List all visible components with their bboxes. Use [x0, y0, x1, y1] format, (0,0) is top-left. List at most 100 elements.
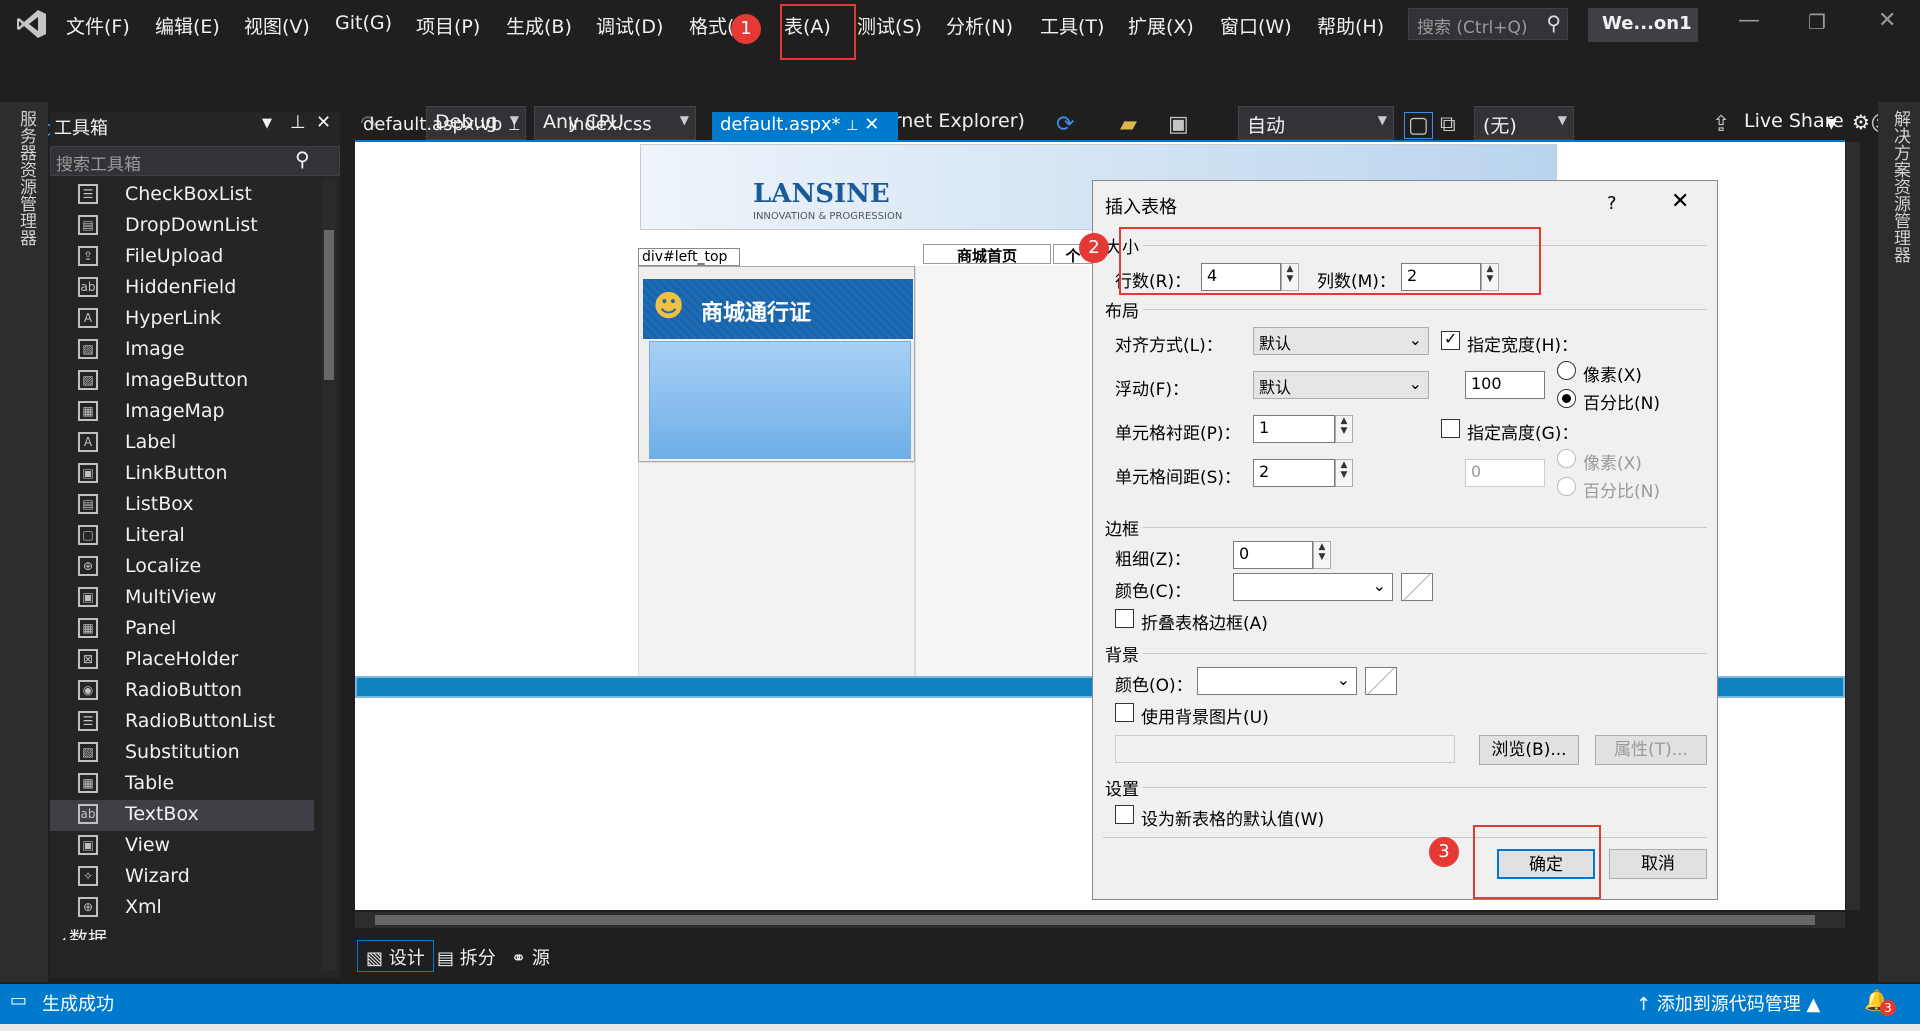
menu-edit[interactable]: 编辑(E) — [155, 12, 220, 39]
thickness-input[interactable]: 0 — [1233, 541, 1313, 569]
style-dropdown[interactable]: (无) ▼ — [1474, 106, 1574, 140]
toolbox-item[interactable]: A Label — [50, 428, 314, 459]
solution-explorer-tab[interactable]: 解决方案资源管理器 — [1878, 102, 1920, 982]
tab-list-icon[interactable]: ▼ — [1826, 116, 1837, 132]
toolbox-item[interactable]: ▦ Panel — [50, 614, 314, 645]
refresh-icon[interactable]: ⟳ — [1056, 112, 1074, 137]
width-input[interactable]: 100 — [1465, 371, 1545, 399]
close-icon[interactable]: ✕ — [1878, 8, 1896, 33]
height-input[interactable]: 0 — [1465, 459, 1545, 487]
border-color-picker[interactable] — [1401, 573, 1433, 601]
toolbox-item[interactable]: ▨ Image — [50, 335, 314, 366]
view-design-button[interactable]: ▧ 设计 — [357, 940, 434, 972]
source-control-button[interactable]: ↑ 添加到源代码管理 ▲ — [1636, 990, 1820, 1016]
find-folder-icon[interactable]: ▰ — [1120, 112, 1137, 137]
toolbox-item[interactable]: A HyperLink — [50, 304, 314, 335]
menu-debug[interactable]: 调试(D) — [596, 12, 663, 39]
pin-icon[interactable]: ⊥ — [846, 118, 858, 134]
horizontal-scrollbar[interactable] — [355, 912, 1845, 928]
bg-color-picker[interactable] — [1365, 667, 1397, 695]
toolbox-item[interactable]: ⊠ PlaceHolder — [50, 645, 314, 676]
close-icon[interactable]: ✕ — [864, 114, 879, 135]
toolbox-item[interactable]: ▧ Substitution — [50, 738, 314, 769]
height-percent-radio[interactable] — [1557, 477, 1576, 496]
toolbox-search[interactable]: 搜索工具箱 ⚲ — [50, 146, 340, 176]
menu-help[interactable]: 帮助(H) — [1317, 12, 1384, 39]
external-icon[interactable]: ⧉ — [1440, 112, 1456, 137]
spacing-input[interactable]: 2 — [1253, 459, 1335, 487]
toolbox-item[interactable]: ▣ View — [50, 831, 314, 862]
bg-image-path[interactable] — [1115, 735, 1455, 763]
menu-window[interactable]: 窗口(W) — [1220, 12, 1292, 39]
view-source-button[interactable]: ⚭ 源 — [511, 944, 550, 970]
menu-format[interactable]: 格式( — [689, 12, 734, 39]
pin-icon[interactable]: ⊥ — [290, 112, 306, 133]
collapse-checkbox[interactable] — [1115, 609, 1134, 628]
default-checkbox[interactable] — [1115, 805, 1134, 824]
width-percent-radio[interactable] — [1557, 389, 1576, 408]
menu-extensions[interactable]: 扩展(X) — [1128, 12, 1194, 39]
toolbox-scrollbar[interactable] — [322, 180, 336, 970]
menu-build[interactable]: 生成(B) — [506, 12, 572, 39]
toolbox-group-data[interactable]: ◢ 数据 — [56, 924, 107, 940]
menu-tools[interactable]: 工具(T) — [1040, 12, 1104, 39]
pin-icon[interactable]: ⊥ — [508, 118, 520, 134]
minimize-icon[interactable]: — — [1738, 8, 1760, 33]
padding-input[interactable]: 1 — [1253, 415, 1335, 443]
spacing-spinner[interactable]: ▲ ▼ — [1335, 459, 1353, 487]
thickness-spinner[interactable]: ▲ ▼ — [1313, 541, 1331, 569]
height-pixel-radio[interactable] — [1557, 449, 1576, 468]
cancel-button[interactable]: 取消 — [1609, 849, 1707, 879]
gear-icon[interactable]: ⚙ — [1852, 110, 1870, 134]
toolbox-item[interactable]: ▦ Table — [50, 769, 314, 800]
border-color-select[interactable]: ⌄ — [1233, 573, 1393, 601]
menu-test[interactable]: 测试(S) — [857, 12, 922, 39]
toolbox-item[interactable]: ⊕ Localize — [50, 552, 314, 583]
toolbox-item[interactable]: ◉ RadioButton — [50, 676, 314, 707]
toolbox-item[interactable]: ▦ ImageMap — [50, 397, 314, 428]
design-frame-icon[interactable]: ▢ — [1404, 112, 1433, 139]
zoom-dropdown[interactable]: 自动 ▼ — [1238, 106, 1394, 140]
view-split-button[interactable]: ▤ 拆分 — [437, 944, 496, 970]
align-select[interactable]: 默认 ⌄ — [1253, 327, 1429, 355]
server-explorer-tab[interactable]: 服务器资源管理器 — [0, 102, 48, 982]
tab-default-aspx[interactable]: default.aspx* ⊥ ✕ — [712, 112, 898, 142]
menu-git[interactable]: Git(G) — [335, 12, 392, 34]
vs-logo-icon[interactable] — [16, 8, 48, 40]
toolbox-item[interactable]: ▣ MultiView — [50, 583, 314, 614]
width-checkbox[interactable]: ✓ — [1441, 329, 1460, 350]
toolbox-item[interactable]: ab HiddenField — [50, 273, 314, 304]
toolbox-item[interactable]: ▣ LinkButton — [50, 459, 314, 490]
width-pixel-radio[interactable] — [1557, 361, 1576, 380]
toolbox-item[interactable]: ▤ ListBox — [50, 490, 314, 521]
menu-analyze[interactable]: 分析(N) — [946, 12, 1013, 39]
close-icon[interactable]: ✕ — [1671, 189, 1689, 214]
bg-image-checkbox[interactable] — [1115, 703, 1134, 722]
restore-icon[interactable]: ❐ — [1808, 10, 1826, 34]
toolbox-item[interactable]: ⊕ Xml — [50, 893, 314, 924]
tab-index-css[interactable]: index.css — [560, 112, 660, 142]
menu-view[interactable]: 视图(V) — [244, 12, 310, 39]
toolbox-item[interactable]: ✧ Wizard — [50, 862, 314, 893]
toolbox-item[interactable]: ▢ Literal — [50, 521, 314, 552]
menu-project[interactable]: 项目(P) — [416, 12, 480, 39]
vertical-scrollbar[interactable] — [1846, 142, 1860, 910]
dropdown-icon[interactable]: ▼ — [262, 116, 272, 131]
search-box[interactable]: 搜索 (Ctrl+Q) ⚲ — [1408, 8, 1568, 40]
toolbox-item[interactable]: ⇪ FileUpload — [50, 242, 314, 273]
float-select[interactable]: 默认 ⌄ — [1253, 371, 1429, 399]
tab-default-vb[interactable]: default.aspx.vb ⊥ — [355, 112, 528, 142]
menu-file[interactable]: 文件(F) — [66, 12, 130, 39]
page-icon[interactable]: ▣ — [1168, 112, 1189, 137]
bg-color-select[interactable]: ⌄ — [1197, 667, 1357, 695]
toolbox-item[interactable]: ab TextBox — [50, 800, 314, 831]
properties-button[interactable]: 属性(T)... — [1595, 735, 1707, 765]
toolbox-item[interactable]: ☰ RadioButtonList — [50, 707, 314, 738]
height-checkbox[interactable] — [1441, 419, 1460, 438]
browse-button[interactable]: 浏览(B)... — [1479, 735, 1579, 765]
close-icon[interactable]: ✕ — [316, 112, 331, 133]
toolbox-item[interactable]: ▨ ImageButton — [50, 366, 314, 397]
padding-spinner[interactable]: ▲ ▼ — [1335, 415, 1353, 443]
help-icon[interactable]: ? — [1607, 193, 1617, 214]
solution-name-badge[interactable]: We...on1 — [1588, 8, 1698, 42]
